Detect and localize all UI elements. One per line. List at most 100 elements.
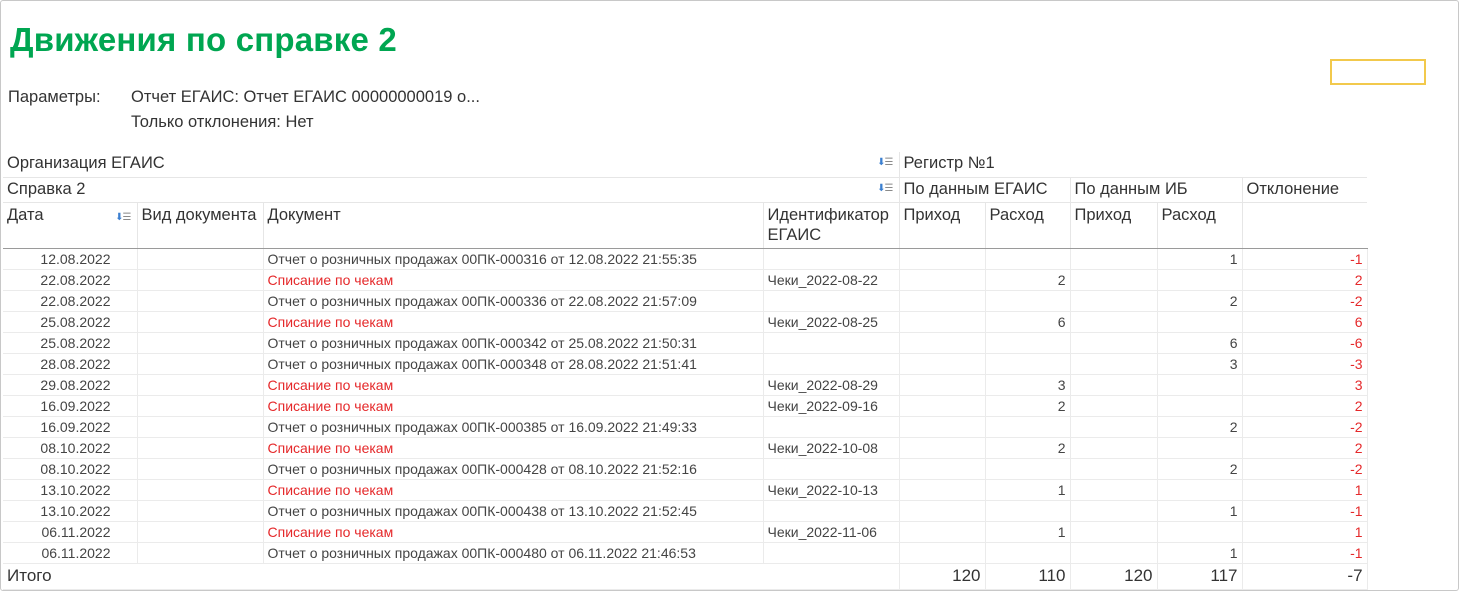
row-in-egais[interactable]: [899, 500, 986, 522]
row-out-ib[interactable]: 2: [1157, 458, 1243, 480]
table-row[interactable]: 13.10.2022 Списание по чекам Чеки_2022-10-…: [3, 479, 1368, 501]
row-in-ib[interactable]: [1070, 353, 1158, 375]
row-date[interactable]: 22.08.2022: [3, 269, 138, 291]
row-identifier[interactable]: [763, 332, 900, 354]
row-in-egais[interactable]: [899, 374, 986, 396]
row-deviation[interactable]: 6: [1242, 311, 1368, 333]
row-in-egais[interactable]: [899, 332, 986, 354]
row-deviation[interactable]: -1: [1242, 542, 1368, 564]
row-in-ib[interactable]: [1070, 416, 1158, 438]
row-document[interactable]: Списание по чекам: [263, 311, 764, 333]
header-deviation[interactable]: Отклонение: [1242, 177, 1368, 203]
row-in-egais[interactable]: [899, 458, 986, 480]
table-row[interactable]: 08.10.2022 Отчет о розничных продажах 00П…: [3, 458, 1368, 480]
row-deviation[interactable]: 2: [1242, 269, 1368, 291]
row-doc-type[interactable]: [137, 521, 264, 543]
row-document[interactable]: Списание по чекам: [263, 521, 764, 543]
row-document[interactable]: Отчет о розничных продажах 00ПК-000348 о…: [263, 353, 764, 375]
row-out-egais[interactable]: [985, 458, 1071, 480]
row-out-egais[interactable]: [985, 248, 1071, 270]
table-row[interactable]: 28.08.2022 Отчет о розничных продажах 00П…: [3, 353, 1368, 375]
table-row[interactable]: 06.11.2022 Отчет о розничных продажах 00П…: [3, 542, 1368, 564]
row-date[interactable]: 12.08.2022: [3, 248, 138, 270]
table-row[interactable]: 22.08.2022 Отчет о розничных продажах 00П…: [3, 290, 1368, 312]
row-identifier[interactable]: Чеки_2022-10-08: [763, 437, 900, 459]
row-deviation[interactable]: -6: [1242, 332, 1368, 354]
row-document[interactable]: Списание по чекам: [263, 437, 764, 459]
row-out-ib[interactable]: [1157, 269, 1243, 291]
row-deviation[interactable]: -3: [1242, 353, 1368, 375]
col-header-in-egais[interactable]: Приход: [899, 202, 986, 249]
row-doc-type[interactable]: [137, 269, 264, 291]
row-identifier[interactable]: Чеки_2022-09-16: [763, 395, 900, 417]
row-doc-type[interactable]: [137, 332, 264, 354]
row-date[interactable]: 25.08.2022: [3, 332, 138, 354]
sort-icon[interactable]: ⬇☰: [877, 157, 893, 168]
row-deviation[interactable]: 2: [1242, 395, 1368, 417]
row-in-ib[interactable]: [1070, 479, 1158, 501]
row-doc-type[interactable]: [137, 311, 264, 333]
header-certificate[interactable]: Справка 2 ⬇☰: [3, 177, 900, 203]
row-identifier[interactable]: Чеки_2022-08-25: [763, 311, 900, 333]
row-in-egais[interactable]: [899, 416, 986, 438]
row-identifier[interactable]: Чеки_2022-10-13: [763, 479, 900, 501]
table-row[interactable]: 12.08.2022 Отчет о розничных продажах 00П…: [3, 248, 1368, 270]
row-in-egais[interactable]: [899, 290, 986, 312]
row-deviation[interactable]: -2: [1242, 416, 1368, 438]
row-out-ib[interactable]: [1157, 437, 1243, 459]
table-row[interactable]: 13.10.2022 Отчет о розничных продажах 00П…: [3, 500, 1368, 522]
table-row[interactable]: 06.11.2022 Списание по чекам Чеки_2022-11-…: [3, 521, 1368, 543]
header-ib-data[interactable]: По данным ИБ: [1070, 177, 1243, 203]
row-document[interactable]: Списание по чекам: [263, 374, 764, 396]
row-in-ib[interactable]: [1070, 542, 1158, 564]
row-out-egais[interactable]: [985, 353, 1071, 375]
row-document[interactable]: Отчет о розничных продажах 00ПК-000480 о…: [263, 542, 764, 564]
row-out-ib[interactable]: [1157, 521, 1243, 543]
col-header-doc-type[interactable]: Вид документа: [137, 202, 264, 249]
row-out-egais[interactable]: [985, 542, 1071, 564]
row-identifier[interactable]: Чеки_2022-08-22: [763, 269, 900, 291]
table-row[interactable]: 25.08.2022 Списание по чекам Чеки_2022-08-…: [3, 311, 1368, 333]
row-in-egais[interactable]: [899, 521, 986, 543]
table-row[interactable]: 08.10.2022 Списание по чекам Чеки_2022-10-…: [3, 437, 1368, 459]
row-in-ib[interactable]: [1070, 374, 1158, 396]
row-document[interactable]: Отчет о розничных продажах 00ПК-000428 о…: [263, 458, 764, 480]
row-date[interactable]: 16.09.2022: [3, 395, 138, 417]
row-out-egais[interactable]: 2: [985, 437, 1071, 459]
row-date[interactable]: 08.10.2022: [3, 437, 138, 459]
row-doc-type[interactable]: [137, 374, 264, 396]
row-document[interactable]: Списание по чекам: [263, 479, 764, 501]
row-document[interactable]: Списание по чекам: [263, 395, 764, 417]
row-doc-type[interactable]: [137, 416, 264, 438]
col-header-date[interactable]: Дата ⬇☰: [3, 202, 138, 249]
row-in-ib[interactable]: [1070, 458, 1158, 480]
param-value-report[interactable]: Отчет ЕГАИС: Отчет ЕГАИС 00000000019 о..…: [131, 87, 480, 112]
row-out-ib[interactable]: [1157, 311, 1243, 333]
row-out-ib[interactable]: 1: [1157, 248, 1243, 270]
row-in-egais[interactable]: [899, 395, 986, 417]
row-doc-type[interactable]: [137, 542, 264, 564]
col-header-identifier[interactable]: Идентификатор ЕГАИС: [763, 202, 900, 249]
row-out-egais[interactable]: [985, 500, 1071, 522]
table-row[interactable]: 29.08.2022 Списание по чекам Чеки_2022-08-…: [3, 374, 1368, 396]
row-in-ib[interactable]: [1070, 332, 1158, 354]
row-in-ib[interactable]: [1070, 437, 1158, 459]
param-value-deviations[interactable]: Только отклонения: Нет: [131, 112, 314, 137]
row-doc-type[interactable]: [137, 290, 264, 312]
row-deviation[interactable]: 3: [1242, 374, 1368, 396]
row-date[interactable]: 13.10.2022: [3, 479, 138, 501]
row-doc-type[interactable]: [137, 395, 264, 417]
row-date[interactable]: 22.08.2022: [3, 290, 138, 312]
row-doc-type[interactable]: [137, 248, 264, 270]
row-out-egais[interactable]: [985, 416, 1071, 438]
row-identifier[interactable]: [763, 290, 900, 312]
row-date[interactable]: 08.10.2022: [3, 458, 138, 480]
row-date[interactable]: 28.08.2022: [3, 353, 138, 375]
row-document[interactable]: Списание по чекам: [263, 269, 764, 291]
header-organization[interactable]: Организация ЕГАИС ⬇☰: [3, 152, 900, 178]
row-out-egais[interactable]: 2: [985, 395, 1071, 417]
row-in-ib[interactable]: [1070, 290, 1158, 312]
row-identifier[interactable]: Чеки_2022-08-29: [763, 374, 900, 396]
sort-icon[interactable]: ⬇☰: [115, 208, 131, 228]
highlight-box[interactable]: [1330, 59, 1426, 85]
